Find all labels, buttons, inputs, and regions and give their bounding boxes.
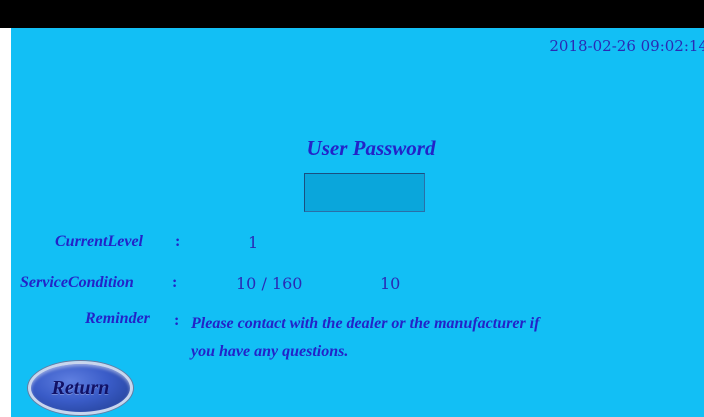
service-condition-colon: :: [172, 274, 178, 291]
reminder-message: Please contact with the dealer or the ma…: [191, 310, 691, 366]
reminder-colon: :: [174, 312, 180, 329]
top-black-bar: [0, 0, 704, 28]
reminder-line-1: Please contact with the dealer or the ma…: [191, 315, 540, 332]
password-input[interactable]: [304, 173, 425, 212]
reminder-line-2: you have any questions.: [191, 343, 349, 360]
current-level-label: CurrentLevel: [55, 233, 143, 250]
hmi-screen: 2018-02-26 09:02:14 User Password Curren…: [11, 28, 704, 417]
page-title: User Password: [306, 136, 436, 160]
reminder-label: Reminder: [85, 310, 150, 327]
current-level-colon: :: [175, 233, 181, 250]
return-button-label: Return: [51, 376, 110, 399]
service-condition-used: 10 / 160: [236, 274, 303, 293]
service-condition-remaining: 10: [380, 274, 401, 293]
service-condition-label: ServiceCondition: [20, 274, 134, 291]
current-level-value: 1: [248, 233, 259, 252]
return-button[interactable]: Return: [28, 361, 133, 415]
datetime-display: 2018-02-26 09:02:14: [549, 37, 704, 55]
